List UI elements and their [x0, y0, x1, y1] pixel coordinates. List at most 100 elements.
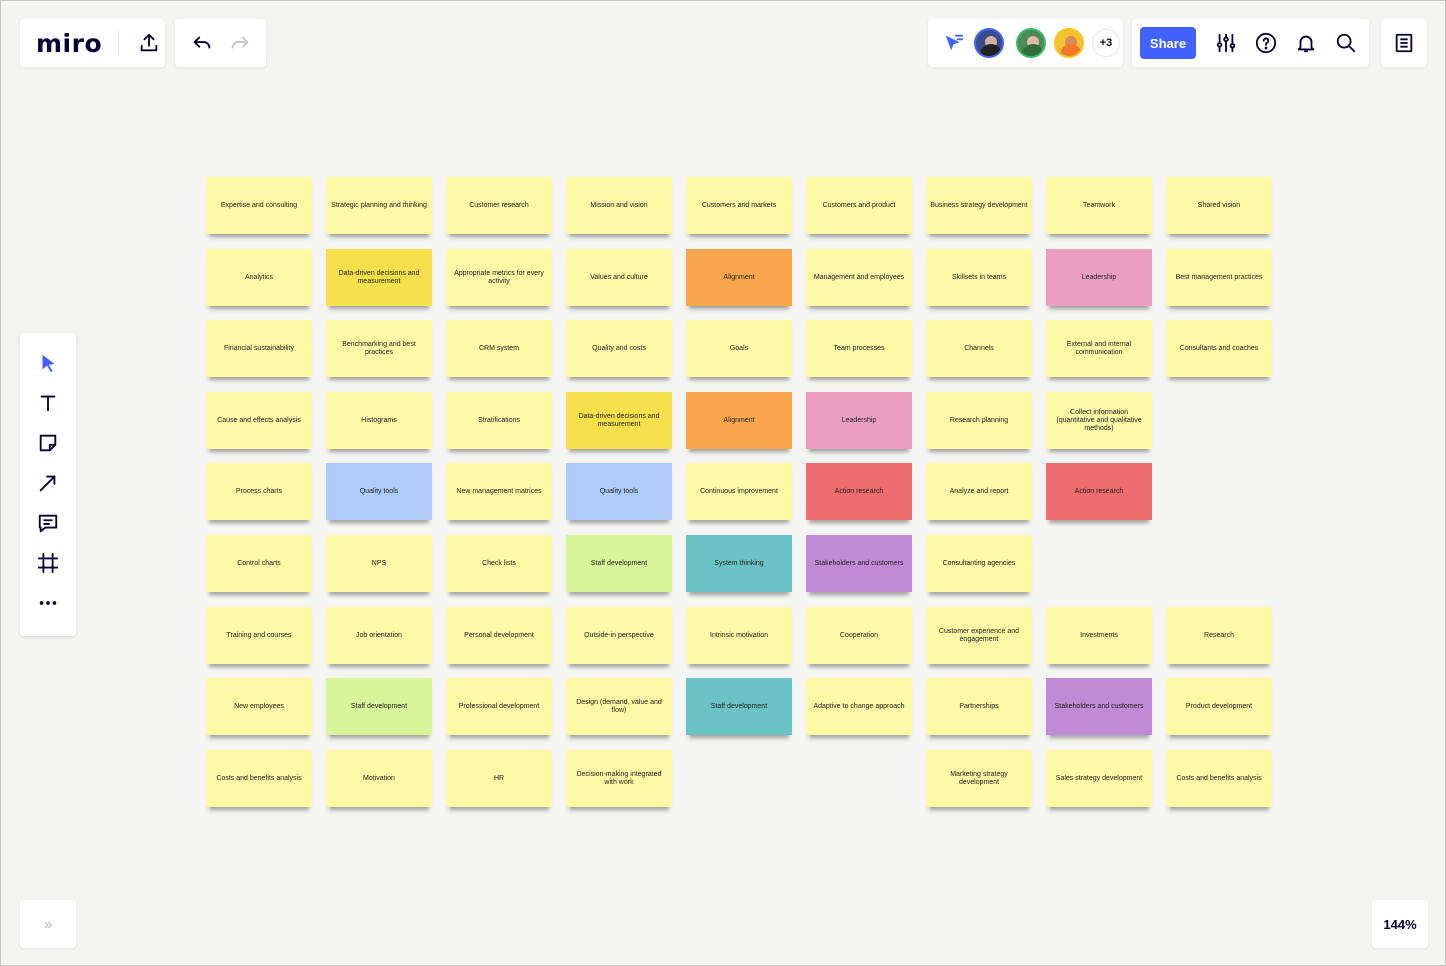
- sticky-note[interactable]: Skillsets in teams: [926, 249, 1032, 306]
- share-button[interactable]: Share: [1140, 27, 1196, 59]
- sticky-note[interactable]: Mission and vision: [566, 177, 672, 234]
- sticky-note[interactable]: Motivation: [326, 750, 432, 807]
- sticky-note[interactable]: Consultants and coaches: [1166, 320, 1272, 377]
- undo-icon[interactable]: [190, 31, 214, 55]
- sticky-note[interactable]: Cause and effects analysis: [206, 392, 312, 449]
- sticky-note[interactable]: Quality tools: [566, 463, 672, 520]
- sticky-note[interactable]: Customer experience and engagement: [926, 607, 1032, 664]
- sticky-note[interactable]: NPS: [326, 535, 432, 592]
- sticky-note[interactable]: Customers and markets: [686, 177, 792, 234]
- sticky-note[interactable]: Management and employees: [806, 249, 912, 306]
- sticky-note[interactable]: Marketing strategy development: [926, 750, 1032, 807]
- sticky-note[interactable]: Data-driven decisions and measurement: [566, 392, 672, 449]
- sticky-note[interactable]: Strategic planning and thinking: [326, 177, 432, 234]
- settings-sliders-icon[interactable]: [1214, 31, 1238, 55]
- avatar[interactable]: [1016, 28, 1046, 58]
- help-icon[interactable]: [1254, 31, 1278, 55]
- sticky-note[interactable]: Staff development: [566, 535, 672, 592]
- sticky-note[interactable]: CRM system: [446, 320, 552, 377]
- sticky-note[interactable]: Professional development: [446, 678, 552, 735]
- sticky-note[interactable]: Stakeholders and customers: [1046, 678, 1152, 735]
- more-users-badge[interactable]: +3: [1092, 29, 1120, 57]
- zoom-level[interactable]: 144%: [1372, 900, 1428, 948]
- sticky-note[interactable]: Appropriate metrics for every activity: [446, 249, 552, 306]
- sticky-note[interactable]: Adaptive to change approach: [806, 678, 912, 735]
- text-tool-icon[interactable]: [36, 391, 60, 415]
- avatar[interactable]: [1054, 28, 1084, 58]
- comment-icon[interactable]: [36, 511, 60, 535]
- sticky-note[interactable]: Channels: [926, 320, 1032, 377]
- sticky-note[interactable]: Staff development: [686, 678, 792, 735]
- cursor-tracking-icon[interactable]: [942, 31, 966, 55]
- history-panel: [175, 19, 266, 67]
- sticky-note[interactable]: Design (demand, value and flow): [566, 678, 672, 735]
- sticky-note[interactable]: Personal development: [446, 607, 552, 664]
- sticky-note[interactable]: Intrinsic motivation: [686, 607, 792, 664]
- export-icon[interactable]: [137, 31, 161, 55]
- board-list-icon[interactable]: [1392, 31, 1416, 55]
- sticky-note[interactable]: Team processes: [806, 320, 912, 377]
- arrow-line-icon[interactable]: [36, 471, 60, 495]
- sticky-note[interactable]: HR: [446, 750, 552, 807]
- sticky-note[interactable]: Product development: [1166, 678, 1272, 735]
- sticky-note[interactable]: Research planning: [926, 392, 1032, 449]
- sticky-note[interactable]: Teamwork: [1046, 177, 1152, 234]
- sticky-note[interactable]: Expertise and consulting: [206, 177, 312, 234]
- sticky-note[interactable]: Consultanting agencies: [926, 535, 1032, 592]
- expand-panel-button[interactable]: »: [20, 900, 76, 948]
- sticky-note[interactable]: Costs and benefits analysis: [206, 750, 312, 807]
- sticky-note[interactable]: Alignment: [686, 249, 792, 306]
- sticky-note[interactable]: Action research: [806, 463, 912, 520]
- avatar[interactable]: [974, 28, 1004, 58]
- sticky-note[interactable]: Data-driven decisions and measurement: [326, 249, 432, 306]
- sticky-note[interactable]: System thinking: [686, 535, 792, 592]
- more-tools-icon[interactable]: [36, 591, 60, 615]
- sticky-note[interactable]: New management matrices: [446, 463, 552, 520]
- sticky-note[interactable]: Best management practices: [1166, 249, 1272, 306]
- sticky-note[interactable]: Check lists: [446, 535, 552, 592]
- sticky-note[interactable]: Quality and costs: [566, 320, 672, 377]
- sticky-note[interactable]: Values and culture: [566, 249, 672, 306]
- sticky-note[interactable]: Research: [1166, 607, 1272, 664]
- sticky-note[interactable]: Process charts: [206, 463, 312, 520]
- sticky-note[interactable]: Customers and product: [806, 177, 912, 234]
- sticky-note[interactable]: Quality tools: [326, 463, 432, 520]
- sticky-note[interactable]: Leadership: [806, 392, 912, 449]
- frame-icon[interactable]: [36, 551, 60, 575]
- sticky-note[interactable]: Goals: [686, 320, 792, 377]
- redo-icon[interactable]: [228, 31, 252, 55]
- miro-logo[interactable]: miro: [36, 29, 102, 58]
- search-icon[interactable]: [1334, 31, 1358, 55]
- sticky-note[interactable]: Outside-in perspective: [566, 607, 672, 664]
- sticky-note[interactable]: Sales strategy development: [1046, 750, 1152, 807]
- sticky-note[interactable]: Analytics: [206, 249, 312, 306]
- sticky-note[interactable]: Training and courses: [206, 607, 312, 664]
- sticky-note[interactable]: Cooperation: [806, 607, 912, 664]
- bell-icon[interactable]: [1294, 31, 1318, 55]
- sticky-note[interactable]: Investments: [1046, 607, 1152, 664]
- sticky-note[interactable]: Benchmarking and best practices: [326, 320, 432, 377]
- sticky-note[interactable]: Continuous improvement: [686, 463, 792, 520]
- sticky-note[interactable]: Analyze and report: [926, 463, 1032, 520]
- sticky-note[interactable]: Leadership: [1046, 249, 1152, 306]
- sticky-note[interactable]: Stratifications: [446, 392, 552, 449]
- sticky-note[interactable]: Stakeholders and customers: [806, 535, 912, 592]
- sticky-note[interactable]: Decision-making integrated with work: [566, 750, 672, 807]
- sticky-note[interactable]: Collect information (quantitative and qu…: [1046, 392, 1152, 449]
- sticky-note[interactable]: Job orientation: [326, 607, 432, 664]
- sticky-note[interactable]: Partnerships: [926, 678, 1032, 735]
- sticky-note[interactable]: Action research: [1046, 463, 1152, 520]
- sticky-note[interactable]: Financial sustainability: [206, 320, 312, 377]
- sticky-note[interactable]: External and internal communication: [1046, 320, 1152, 377]
- sticky-note[interactable]: New employees: [206, 678, 312, 735]
- sticky-note[interactable]: Alignment: [686, 392, 792, 449]
- sticky-note[interactable]: Control charts: [206, 535, 312, 592]
- sticky-note[interactable]: Costs and benefits analysis: [1166, 750, 1272, 807]
- sticky-note[interactable]: Business strategy development: [926, 177, 1032, 234]
- select-cursor-icon[interactable]: [36, 351, 60, 375]
- sticky-note-icon[interactable]: [36, 431, 60, 455]
- sticky-note[interactable]: Shared vision: [1166, 177, 1272, 234]
- sticky-note[interactable]: Histograms: [326, 392, 432, 449]
- sticky-note[interactable]: Staff development: [326, 678, 432, 735]
- sticky-note[interactable]: Customer research: [446, 177, 552, 234]
